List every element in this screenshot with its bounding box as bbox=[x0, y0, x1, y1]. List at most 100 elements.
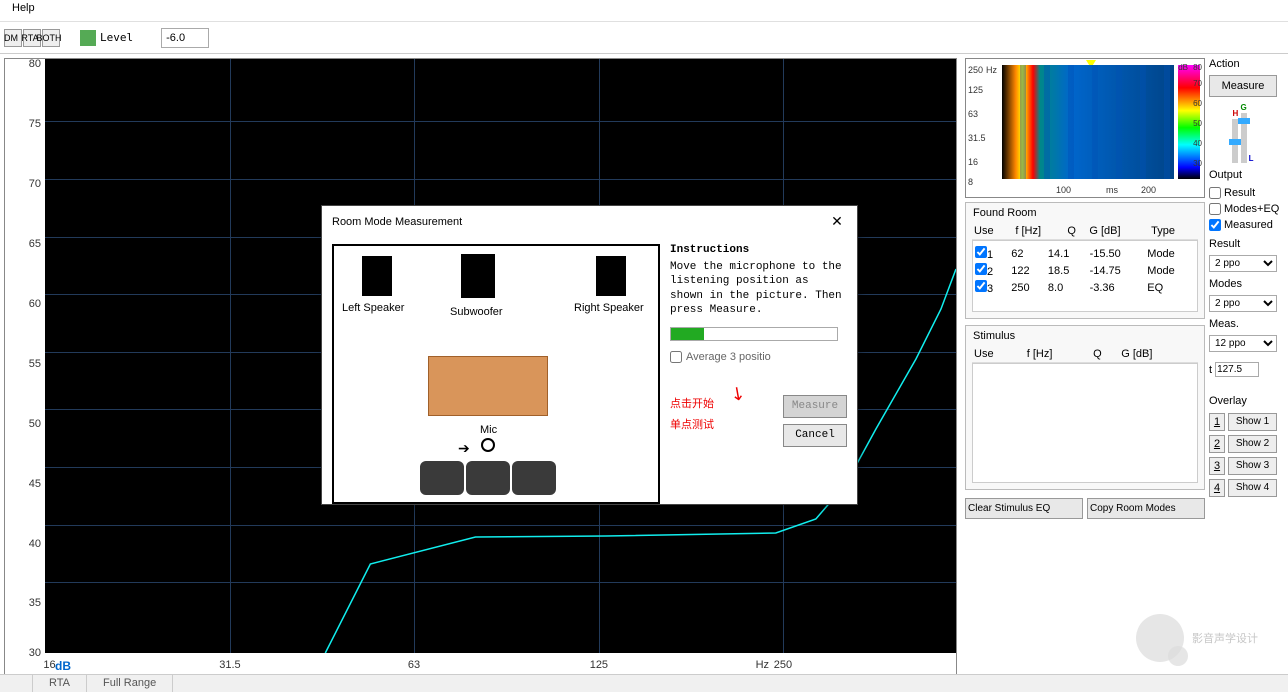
status-cell: RTA bbox=[33, 675, 87, 692]
spec-ytick: 16 bbox=[968, 157, 978, 167]
stimulus-group: Stimulus Use f [Hz] Q G [dB] bbox=[965, 325, 1205, 490]
spectrogram-plot bbox=[1002, 65, 1174, 179]
modes-select[interactable]: 2 ppo bbox=[1209, 295, 1277, 312]
left-speaker-label: Left Speaker bbox=[342, 302, 404, 314]
level-icon bbox=[80, 30, 96, 46]
measure-button[interactable]: Measure bbox=[1209, 75, 1277, 97]
spec-ytick: 31.5 bbox=[968, 133, 986, 143]
spec-xtick: 100 bbox=[1056, 185, 1071, 195]
use-checkbox[interactable] bbox=[975, 263, 987, 275]
menu-bar: Help bbox=[0, 0, 1288, 22]
menu-help[interactable]: Help bbox=[8, 0, 39, 16]
clear-stimulus-button[interactable]: Clear Stimulus EQ bbox=[965, 498, 1083, 519]
spec-ytick: 63 bbox=[968, 109, 978, 119]
slider-g[interactable] bbox=[1241, 113, 1247, 163]
hz-label: Hz bbox=[756, 659, 769, 671]
overlay-3-num[interactable]: 3 bbox=[1209, 457, 1225, 475]
use-checkbox[interactable] bbox=[975, 246, 987, 258]
stimulus-rows bbox=[972, 363, 1198, 483]
cb-tick: 70 bbox=[1193, 79, 1202, 88]
y-tick: 60 bbox=[29, 298, 41, 310]
arrow-icon: ➔ bbox=[458, 440, 470, 457]
overlay-title: Overlay bbox=[1209, 395, 1277, 407]
hgl-sliders: H G L bbox=[1209, 103, 1277, 163]
spec-ytick: 8 bbox=[968, 177, 973, 187]
right-speaker-icon bbox=[596, 256, 626, 296]
status-cell bbox=[0, 675, 33, 692]
seat-icon bbox=[466, 461, 510, 495]
slider-l-label: L bbox=[1249, 154, 1254, 163]
col-q: Q bbox=[1091, 346, 1119, 363]
table-row[interactable]: 212218.5-14.75Mode bbox=[973, 262, 1197, 279]
subwoofer-label: Subwoofer bbox=[450, 306, 503, 318]
t-input[interactable] bbox=[1215, 362, 1259, 377]
cb-tick: 60 bbox=[1193, 99, 1202, 108]
col-f: f [Hz] bbox=[1025, 346, 1091, 363]
overlay-show-1[interactable]: Show 1 bbox=[1228, 413, 1277, 431]
instructions-title: Instructions bbox=[670, 244, 847, 256]
y-tick: 75 bbox=[29, 118, 41, 130]
close-icon[interactable]: ✕ bbox=[827, 212, 847, 232]
spec-ytick: 125 bbox=[968, 85, 983, 95]
modes-title: Modes bbox=[1209, 278, 1277, 290]
mic-icon bbox=[481, 438, 495, 452]
seat-icon bbox=[512, 461, 556, 495]
col-type: Type bbox=[1149, 223, 1198, 240]
meas-select[interactable]: 12 ppo bbox=[1209, 335, 1277, 352]
stimulus-title: Stimulus bbox=[970, 330, 1018, 342]
result-checkbox[interactable] bbox=[1209, 187, 1221, 199]
x-tick: 16 bbox=[43, 659, 55, 671]
overlay-show-2[interactable]: Show 2 bbox=[1228, 435, 1277, 453]
meas-title: Meas. bbox=[1209, 318, 1277, 330]
table-row[interactable]: 32508.0-3.36EQ bbox=[973, 279, 1197, 296]
x-tick: 250 bbox=[774, 659, 792, 671]
y-tick: 50 bbox=[29, 418, 41, 430]
spectrogram: 250 Hz 125 63 31.5 16 8 80 dB 70 60 50 4… bbox=[965, 58, 1205, 198]
toolbar: DM RTA BOTH Level -6.0 bbox=[0, 22, 1288, 54]
level-value-input[interactable]: -6.0 bbox=[161, 28, 209, 48]
overlay-4-num[interactable]: 4 bbox=[1209, 479, 1225, 497]
slider-h[interactable] bbox=[1232, 119, 1238, 163]
modeseq-checkbox-row[interactable]: Modes+EQ bbox=[1209, 203, 1277, 215]
toolbar-dm-button[interactable]: DM bbox=[4, 29, 22, 47]
col-g: G [dB] bbox=[1087, 223, 1149, 240]
measured-checkbox-row[interactable]: Measured bbox=[1209, 219, 1277, 231]
slider-g-label: G bbox=[1240, 103, 1246, 112]
x-tick: 125 bbox=[590, 659, 608, 671]
use-checkbox[interactable] bbox=[975, 280, 987, 292]
found-room-group: Found Room Use f [Hz] Q G [dB] Type 1621… bbox=[965, 202, 1205, 319]
action-title: Action bbox=[1209, 58, 1277, 70]
y-tick: 35 bbox=[29, 597, 41, 609]
measured-checkbox[interactable] bbox=[1209, 219, 1221, 231]
found-room-table: Use f [Hz] Q G [dB] Type bbox=[972, 223, 1198, 240]
overlay-1-num[interactable]: 1 bbox=[1209, 413, 1225, 431]
dialog-titlebar[interactable]: Room Mode Measurement ✕ bbox=[322, 206, 857, 238]
col-q: Q bbox=[1065, 223, 1087, 240]
col-g: G [dB] bbox=[1119, 346, 1198, 363]
cb-tick: 40 bbox=[1193, 139, 1202, 148]
result-checkbox-row[interactable]: Result bbox=[1209, 187, 1277, 199]
x-tick: 31.5 bbox=[219, 659, 240, 671]
copy-room-modes-button[interactable]: Copy Room Modes bbox=[1087, 498, 1205, 519]
found-room-title: Found Room bbox=[970, 207, 1040, 219]
table-row[interactable]: 16214.1-15.50Mode bbox=[973, 245, 1197, 262]
spec-xunit: ms bbox=[1106, 185, 1118, 195]
y-tick: 30 bbox=[29, 647, 41, 659]
overlay-2-num[interactable]: 2 bbox=[1209, 435, 1225, 453]
room-mode-dialog: Room Mode Measurement ✕ Left Speaker Sub… bbox=[321, 205, 858, 505]
average-checkbox-row[interactable]: Average 3 positio bbox=[670, 351, 847, 363]
cb-unit: dB bbox=[1178, 63, 1188, 72]
overlay-show-3[interactable]: Show 3 bbox=[1228, 457, 1277, 475]
result-select[interactable]: 2 ppo bbox=[1209, 255, 1277, 272]
overlay-show-4[interactable]: Show 4 bbox=[1228, 479, 1277, 497]
y-tick: 40 bbox=[29, 538, 41, 550]
progress-fill bbox=[671, 328, 704, 340]
y-axis: 80 75 70 65 60 55 50 45 40 35 30 bbox=[5, 59, 45, 677]
spec-ytick: 250 bbox=[968, 65, 983, 75]
modeseq-checkbox[interactable] bbox=[1209, 203, 1221, 215]
average-checkbox[interactable] bbox=[670, 351, 682, 363]
status-cell: Full Range bbox=[87, 675, 173, 692]
toolbar-both-button[interactable]: BOTH bbox=[42, 29, 60, 47]
stimulus-table: Use f [Hz] Q G [dB] bbox=[972, 346, 1198, 363]
output-title: Output bbox=[1209, 169, 1277, 181]
